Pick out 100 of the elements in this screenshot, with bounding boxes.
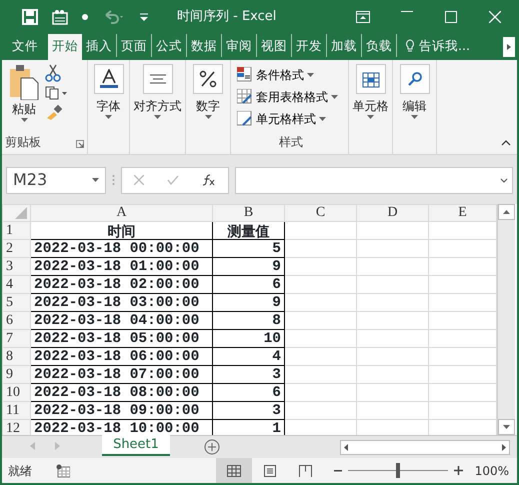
ribbon-tab[interactable]: 审阅 bbox=[222, 34, 257, 57]
status-text: 就绪 bbox=[8, 462, 32, 480]
row-header[interactable]: 3 bbox=[2, 258, 30, 276]
name-box[interactable]: M23 bbox=[6, 166, 106, 194]
table-cell: 3 bbox=[212, 402, 284, 420]
table-cell: 测量值 bbox=[212, 222, 284, 240]
ribbon-tab[interactable]: 加载 bbox=[327, 34, 362, 57]
caret-icon[interactable] bbox=[20, 118, 28, 122]
caret-icon[interactable] bbox=[367, 115, 374, 119]
ribbon-tab[interactable]: 页面 bbox=[117, 34, 152, 57]
grid-icon bbox=[226, 464, 241, 476]
ribbon-tab[interactable]: 文件 bbox=[8, 34, 48, 57]
ribbon-tab[interactable]: 告诉我... bbox=[397, 34, 474, 57]
table-cell: 2022-03-18 00:00:00 bbox=[30, 240, 212, 258]
sheet-tab[interactable]: Sheet1 bbox=[102, 435, 170, 456]
cell-style-button[interactable]: 单元格样式 bbox=[237, 108, 326, 130]
column-header[interactable]: D bbox=[356, 204, 428, 222]
table-cell: 时间 bbox=[30, 222, 212, 240]
row-header[interactable]: 5 bbox=[2, 294, 30, 312]
dialog-launcher-icon[interactable] bbox=[76, 140, 84, 148]
table-format-button[interactable]: 套用表格格式 bbox=[237, 86, 338, 108]
form-icon[interactable] bbox=[52, 9, 68, 25]
column-header[interactable]: A bbox=[30, 204, 212, 222]
macro-record-icon[interactable] bbox=[56, 464, 70, 478]
ribbon-tab[interactable]: 开发 bbox=[292, 34, 327, 57]
zoom-slider-thumb[interactable] bbox=[396, 463, 400, 478]
lightbulb-icon bbox=[405, 39, 415, 52]
column-header[interactable]: E bbox=[428, 204, 496, 222]
format-painter-icon[interactable] bbox=[45, 104, 63, 120]
copy-icon[interactable] bbox=[45, 86, 69, 100]
caret-icon[interactable] bbox=[307, 73, 314, 77]
formula-input[interactable] bbox=[235, 166, 513, 194]
align-button[interactable]: 对齐方式 bbox=[134, 64, 182, 119]
ribbon-tab[interactable]: 视图 bbox=[257, 34, 292, 57]
caret-icon[interactable] bbox=[319, 117, 326, 121]
expand-icon[interactable] bbox=[500, 178, 508, 182]
minimize-icon[interactable] bbox=[401, 11, 413, 13]
collapse-ribbon-icon[interactable] bbox=[501, 140, 511, 146]
group-label: 剪贴板 bbox=[5, 134, 41, 151]
right-arrow-icon bbox=[507, 44, 511, 50]
caret-icon[interactable] bbox=[411, 115, 418, 119]
row-header[interactable]: 4 bbox=[2, 276, 30, 294]
scroll-right-button[interactable] bbox=[503, 37, 515, 57]
scroll-up-icon[interactable] bbox=[498, 204, 515, 220]
scroll-right-icon[interactable] bbox=[502, 444, 506, 451]
paste-button[interactable]: 粘贴 bbox=[9, 64, 39, 122]
ribbon-tab[interactable]: 公式 bbox=[152, 34, 187, 57]
row-header[interactable]: 8 bbox=[2, 348, 30, 366]
ribbon-tab[interactable]: 数据 bbox=[187, 34, 222, 57]
row-header[interactable]: 1 bbox=[2, 222, 30, 240]
ribbon-tab[interactable]: 负载 bbox=[362, 34, 397, 57]
table-grid-icon bbox=[362, 70, 380, 88]
font-icon bbox=[100, 69, 118, 89]
cells-button[interactable]: 单元格 bbox=[352, 64, 388, 119]
column-header[interactable]: C bbox=[284, 204, 356, 222]
table-cell: 6 bbox=[212, 276, 284, 294]
zoom-in-icon[interactable] bbox=[454, 466, 463, 475]
table-cell: 2022-03-18 02:00:00 bbox=[30, 276, 212, 294]
customize-icon[interactable] bbox=[140, 12, 148, 22]
align-icon bbox=[150, 74, 166, 84]
caret-icon[interactable] bbox=[154, 115, 161, 119]
caret-icon[interactable] bbox=[331, 95, 338, 99]
normal-view-button[interactable] bbox=[216, 458, 252, 483]
save-icon[interactable] bbox=[22, 9, 38, 25]
maximize-icon[interactable] bbox=[445, 11, 457, 23]
row-header[interactable]: 6 bbox=[2, 312, 30, 330]
row-header[interactable]: 10 bbox=[2, 384, 30, 402]
page-icon bbox=[264, 464, 276, 476]
zoom-level[interactable]: 100% bbox=[474, 462, 509, 480]
dot-icon[interactable] bbox=[82, 14, 88, 20]
table-cell: 5 bbox=[212, 240, 284, 258]
row-header[interactable]: 9 bbox=[2, 366, 30, 384]
table-cell: 8 bbox=[212, 312, 284, 330]
conditional-format-button[interactable]: 条件格式 bbox=[237, 64, 314, 86]
cut-icon[interactable] bbox=[45, 64, 61, 82]
scroll-down-icon[interactable] bbox=[498, 419, 515, 435]
row-header[interactable]: 7 bbox=[2, 330, 30, 348]
ribbon-tab[interactable]: 开始 bbox=[48, 34, 82, 60]
cell-brush-icon bbox=[237, 111, 253, 127]
caret-icon[interactable] bbox=[92, 178, 99, 182]
table-cell: 9 bbox=[212, 294, 284, 312]
add-sheet-icon[interactable] bbox=[204, 439, 220, 455]
table-cell: 10 bbox=[212, 330, 284, 348]
horizontal-scrollbar[interactable] bbox=[340, 440, 510, 455]
caret-icon[interactable] bbox=[105, 115, 112, 119]
table-cell: 2022-03-18 08:00:00 bbox=[30, 384, 212, 402]
insert-function-icon[interactable] bbox=[202, 174, 216, 186]
row-header[interactable]: 11 bbox=[2, 402, 30, 420]
close-icon[interactable] bbox=[489, 11, 501, 23]
table-cell: 4 bbox=[212, 348, 284, 366]
row-header[interactable]: 12 bbox=[2, 420, 30, 435]
table-cell: 2022-03-18 03:00:00 bbox=[30, 294, 212, 312]
table-cell: 2022-03-18 09:00:00 bbox=[30, 402, 212, 420]
row-header[interactable]: 2 bbox=[2, 240, 30, 258]
caret-icon[interactable] bbox=[204, 115, 212, 119]
scroll-left-icon[interactable] bbox=[344, 444, 348, 451]
ribbon-tab[interactable]: 插入 bbox=[82, 34, 117, 57]
ribbon-display-icon[interactable] bbox=[356, 11, 370, 23]
page-break-icon bbox=[299, 464, 312, 476]
column-header[interactable]: B bbox=[212, 204, 284, 222]
